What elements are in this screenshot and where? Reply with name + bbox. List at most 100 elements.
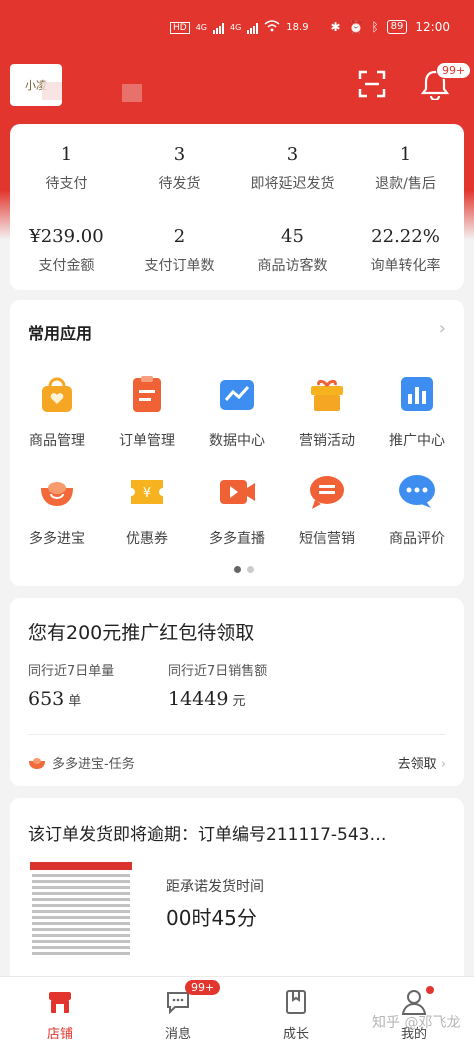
wifi-icon (264, 20, 280, 35)
comment-icon (399, 475, 435, 508)
shop-name-redacted-2 (122, 84, 142, 102)
tab-growth[interactable]: 成长 (256, 989, 336, 1042)
chevron-right-icon: › (440, 757, 446, 772)
signal-icon-2 (247, 22, 259, 34)
app-product-reviews[interactable]: 商品评价 (372, 472, 462, 548)
app-marketing[interactable]: 营销活动 (282, 374, 372, 450)
stat-value: 3 (286, 144, 299, 165)
peer-orders-unit: 单 (68, 694, 82, 709)
app-label: 多多直播 (209, 531, 265, 547)
stat-value: 2 (173, 226, 186, 247)
app-label: 订单管理 (119, 433, 175, 449)
network-label-2: 4G (230, 23, 242, 32)
task-link[interactable]: 多多进宝-任务 (28, 753, 135, 772)
stat-label: 支付金额 (38, 258, 95, 274)
order-thumbnail (26, 860, 136, 970)
shop-name-redacted (42, 82, 62, 100)
stat-refunds[interactable]: 1 退款/售后 (349, 144, 462, 193)
signal-icon (213, 22, 224, 34)
nfc-icon: ✱ (330, 20, 341, 34)
book-icon (286, 990, 306, 1014)
app-duoduo-jinbao[interactable]: 多多进宝 (12, 472, 102, 548)
battery-icon: 89 (386, 20, 408, 34)
ingot-icon (41, 482, 73, 506)
app-order-management[interactable]: 订单管理 (102, 374, 192, 450)
order-list-icon (133, 376, 161, 412)
peer-sales-value: 14449 元 (168, 688, 245, 710)
stat-label: 商品访客数 (257, 258, 328, 274)
svg-text:¥: ¥ (143, 486, 151, 501)
tab-messages[interactable]: 消息 (138, 989, 218, 1042)
coupon-icon: ¥ (131, 480, 163, 504)
apps-title: 常用应用 (28, 324, 93, 343)
page-indicator (234, 566, 254, 573)
app-promotion-center[interactable]: 推广中心 (372, 374, 462, 450)
app-label: 数据中心 (209, 433, 265, 449)
app-data-center[interactable]: 数据中心 (192, 374, 282, 450)
scan-icon[interactable] (358, 70, 386, 98)
peer-sales-label: 同行近7日销售额 (168, 664, 268, 679)
peer-orders-number: 653 (28, 688, 65, 710)
stat-value: 1 (60, 144, 73, 165)
video-icon (220, 480, 255, 504)
stat-conversion[interactable]: 22.22% 询单转化率 (349, 226, 462, 275)
data-speed: 18.9 (286, 22, 309, 33)
network-label-1: 4G (195, 23, 207, 32)
app-label: 多多进宝 (29, 531, 85, 547)
deadline-value: 00时45分 (166, 906, 257, 930)
app-label: 优惠券 (126, 531, 168, 547)
hd-label: HD (170, 21, 190, 34)
peer-sales-number: 14449 (168, 688, 229, 710)
mine-dot-badge (426, 986, 434, 994)
app-coupon[interactable]: ¥ 优惠券 (102, 472, 192, 548)
tab-label: 店铺 (46, 1027, 73, 1042)
message-icon (310, 476, 344, 509)
deadline-label: 距承诺发货时间 (166, 879, 264, 895)
stat-value: 22.22% (371, 226, 440, 247)
app-label: 营销活动 (299, 433, 355, 449)
stats-card: 1 待支付 3 待发货 3 即将延迟发货 1 退款/售后 ¥239.00 支付金额 2 支付… (10, 124, 464, 290)
order-alert-card[interactable]: 该订单发货即将逾期：订单编号211117-543… 距承诺发货时间 00时45分 (10, 798, 464, 988)
order-alert-title: 该订单发货即将逾期：订单编号211117-543… (28, 825, 387, 845)
stat-delayed-shipment[interactable]: 3 即将延迟发货 (236, 144, 349, 193)
claim-label: 去领取 (397, 757, 437, 772)
stat-label: 待发货 (158, 176, 201, 192)
chevron-right-icon[interactable]: › (439, 318, 446, 339)
tab-label: 成长 (282, 1027, 309, 1042)
shopping-bag-icon (42, 377, 72, 412)
peer-orders-value: 653 单 (28, 688, 81, 710)
stat-value: 45 (281, 226, 304, 247)
stat-pending-payment[interactable]: 1 待支付 (10, 144, 123, 193)
tab-label: 消息 (164, 1027, 191, 1042)
messages-badge: 99+ (185, 980, 221, 995)
app-product-management[interactable]: 商品管理 (12, 374, 102, 450)
stat-paid-orders[interactable]: 2 支付订单数 (123, 226, 236, 275)
clock: 12:00 (415, 20, 450, 34)
app-label: 商品评价 (389, 531, 445, 547)
app-label: 推广中心 (389, 433, 445, 449)
stat-label: 询单转化率 (370, 258, 441, 274)
stat-pending-shipment[interactable]: 3 待发货 (123, 144, 236, 193)
gift-icon (311, 379, 343, 411)
peer-sales-unit: 元 (232, 694, 246, 709)
stat-label: 退款/售后 (375, 176, 436, 192)
stat-label: 待支付 (45, 176, 88, 192)
claim-button[interactable]: 去领取 › (398, 753, 446, 772)
status-left: HD 4G 4G 18.9 (170, 20, 309, 35)
promo-title: 您有200元推广红包待领取 (28, 622, 255, 644)
app-live-stream[interactable]: 多多直播 (192, 472, 282, 548)
stat-payment-amount[interactable]: ¥239.00 支付金额 (10, 226, 123, 275)
page-dot (247, 566, 254, 573)
app-sms-marketing[interactable]: 短信营销 (282, 472, 372, 548)
stat-visitors[interactable]: 45 商品访客数 (236, 226, 349, 275)
stat-value: 3 (173, 144, 186, 165)
store-icon (49, 992, 71, 1013)
stat-value: 1 (399, 144, 412, 165)
stat-label: 即将延迟发货 (250, 176, 335, 192)
bottom-tab-bar: 店铺 消息 成长 我的 (0, 976, 474, 1042)
ingot-small-icon (29, 757, 45, 769)
promo-card[interactable]: 您有200元推广红包待领取 同行近7日单量 同行近7日销售额 653 单 1444… (10, 598, 464, 786)
tab-store[interactable]: 店铺 (20, 989, 100, 1042)
stat-label: 支付订单数 (144, 258, 215, 274)
watermark: 知乎 @邓飞龙 (372, 1015, 461, 1031)
